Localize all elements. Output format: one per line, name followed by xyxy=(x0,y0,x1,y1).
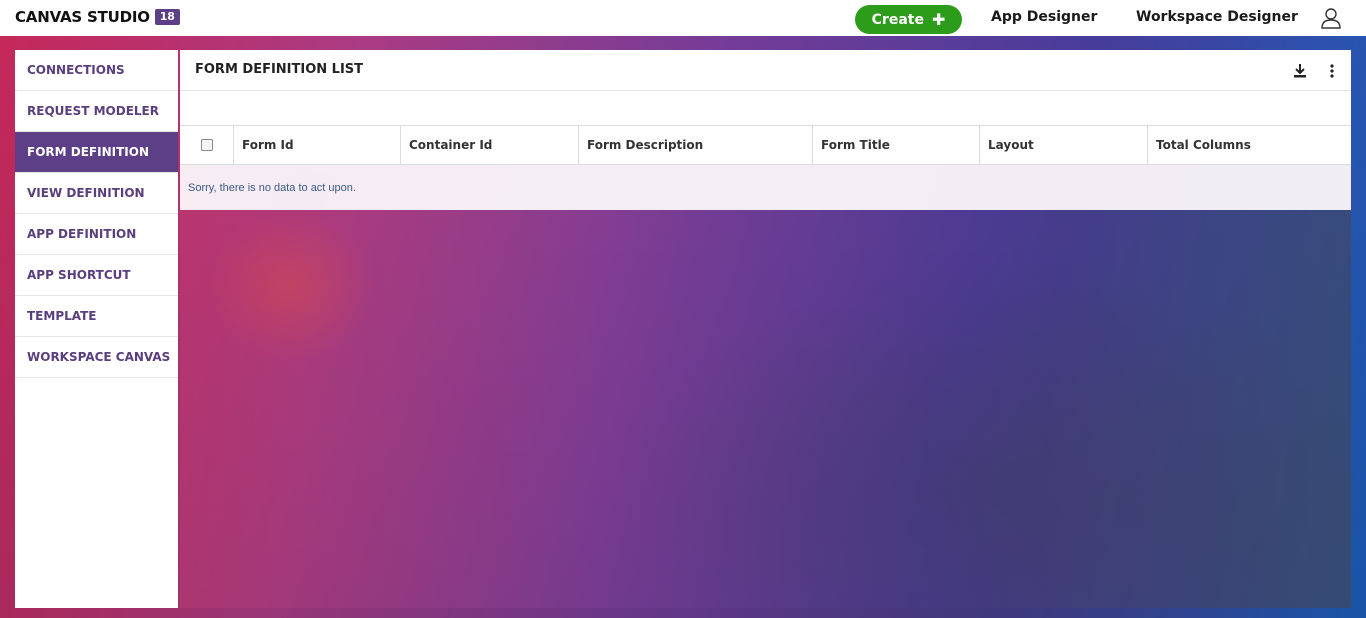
sidebar-item-form-definition[interactable]: FORM DEFINITION xyxy=(15,132,178,173)
empty-state-message: Sorry, there is no data to act upon. xyxy=(180,165,1351,210)
grid-header: Form Id Container Id Form Description Fo… xyxy=(180,125,1351,165)
sidebar-item-workspace-canvas[interactable]: WORKSPACE CANVAS xyxy=(15,337,178,378)
version-badge: 18 xyxy=(154,9,180,25)
plus-icon: ✚ xyxy=(931,9,946,29)
brand-logo[interactable]: CANVAS STUDIO 18 xyxy=(15,8,180,26)
top-bar: CANVAS STUDIO 18 Create ✚ App Designer W… xyxy=(0,0,1366,36)
column-header-container-id[interactable]: Container Id xyxy=(401,126,579,164)
select-all-checkbox[interactable] xyxy=(201,139,213,151)
sidebar-item-view-definition[interactable]: VIEW DEFINITION xyxy=(15,173,178,214)
sidebar-item-connections[interactable]: CONNECTIONS xyxy=(15,50,178,91)
brand-name: CANVAS STUDIO xyxy=(15,8,150,26)
select-all-column xyxy=(180,126,234,164)
download-icon[interactable] xyxy=(1292,63,1308,79)
sidebar: CONNECTIONS REQUEST MODELER FORM DEFINIT… xyxy=(15,50,178,608)
page-title: FORM DEFINITION LIST xyxy=(195,62,364,77)
column-header-layout[interactable]: Layout xyxy=(980,126,1148,164)
sidebar-item-app-definition[interactable]: APP DEFINITION xyxy=(15,214,178,255)
nav-app-designer[interactable]: App Designer xyxy=(991,9,1097,25)
column-header-form-title[interactable]: Form Title xyxy=(813,126,980,164)
column-header-form-id[interactable]: Form Id xyxy=(234,126,401,164)
column-header-total-columns[interactable]: Total Columns xyxy=(1148,126,1351,164)
column-header-form-description[interactable]: Form Description xyxy=(579,126,813,164)
sidebar-item-app-shortcut[interactable]: APP SHORTCUT xyxy=(15,255,178,296)
create-label: Create xyxy=(871,11,924,28)
grid-toolbar xyxy=(180,91,1351,125)
create-button[interactable]: Create ✚ xyxy=(855,5,962,34)
more-vertical-icon[interactable] xyxy=(1328,63,1336,79)
user-icon[interactable] xyxy=(1320,7,1342,29)
nav-workspace-designer[interactable]: Workspace Designer xyxy=(1136,9,1298,25)
panel-header: FORM DEFINITION LIST xyxy=(180,50,1351,91)
sidebar-item-request-modeler[interactable]: REQUEST MODELER xyxy=(15,91,178,132)
sidebar-item-template[interactable]: TEMPLATE xyxy=(15,296,178,337)
content-background xyxy=(180,210,1351,608)
